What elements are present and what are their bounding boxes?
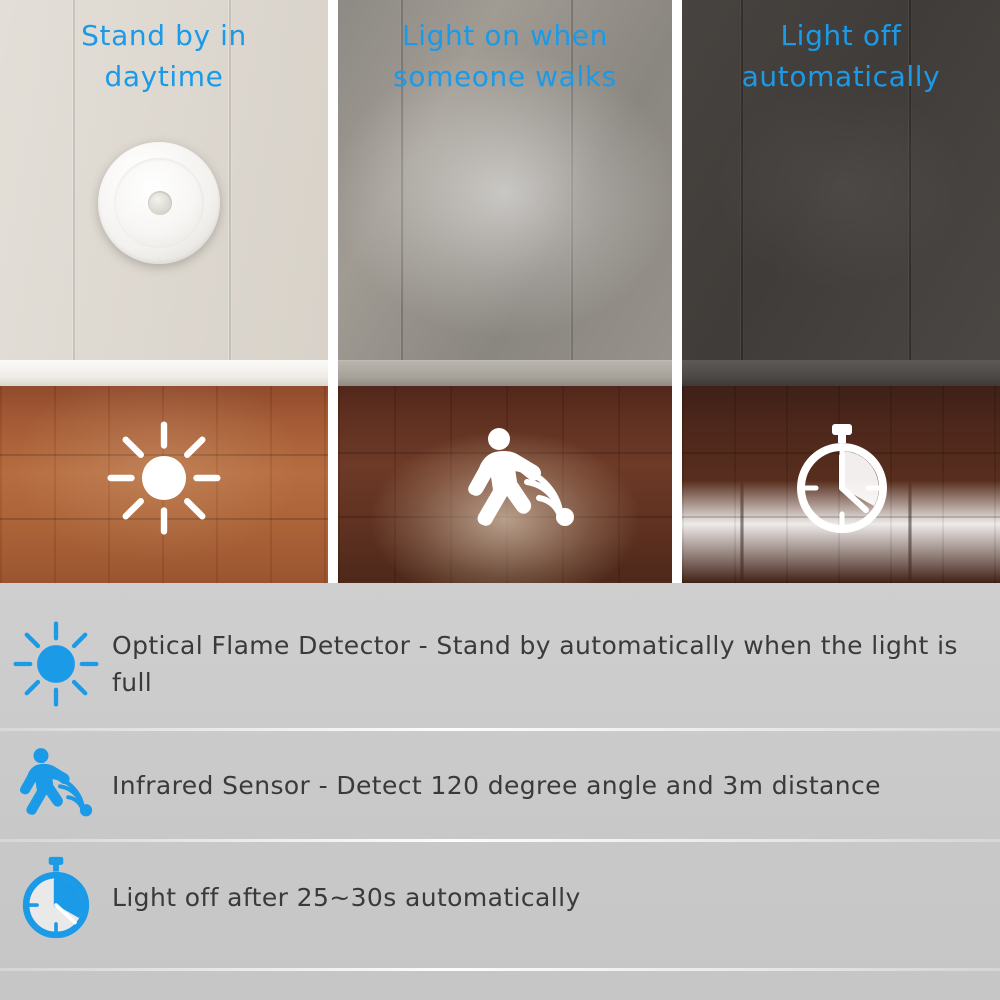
product-infographic: Stand by in daytime Light on when someon… xyxy=(0,0,1000,1000)
feature-divider xyxy=(0,968,1000,971)
feature-text: Optical Flame Detector - Stand by automa… xyxy=(112,631,958,697)
pir-sensor-dome xyxy=(148,191,172,215)
feature-text: Light off after 25~30s automatically xyxy=(112,882,581,912)
sun-icon xyxy=(0,621,112,707)
panel-headline: Light on when someone walks xyxy=(393,19,617,93)
sun-icon xyxy=(106,420,222,536)
sensor-light-off xyxy=(98,142,220,264)
photo-panel-motion: Light on when someone walks xyxy=(338,0,672,583)
photo-panel-auto-off: Light off automatically xyxy=(682,0,1000,583)
feature-row-timer: Light off after 25~30s automatically xyxy=(0,842,1000,952)
feature-row-infrared: Infrared Sensor - Detect 120 degree angl… xyxy=(0,730,1000,840)
photo-strip: Stand by in daytime Light on when someon… xyxy=(0,0,1000,583)
baseboard xyxy=(682,360,1000,387)
baseboard xyxy=(338,360,672,387)
stopwatch-icon xyxy=(0,854,112,940)
feature-list: Optical Flame Detector - Stand by automa… xyxy=(0,583,1000,1000)
panel-headline: Stand by in daytime xyxy=(81,19,247,93)
feature-row-optical: Optical Flame Detector - Stand by automa… xyxy=(0,600,1000,728)
feature-text: Infrared Sensor - Detect 120 degree angl… xyxy=(112,770,881,800)
photo-panel-daytime: Stand by in daytime xyxy=(0,0,328,583)
stopwatch-icon xyxy=(786,418,898,536)
walking-motion-sensor-icon xyxy=(0,746,112,824)
panel-headline: Light off automatically xyxy=(741,19,941,93)
walking-motion-sensor-icon xyxy=(455,424,587,536)
baseboard xyxy=(0,360,328,387)
